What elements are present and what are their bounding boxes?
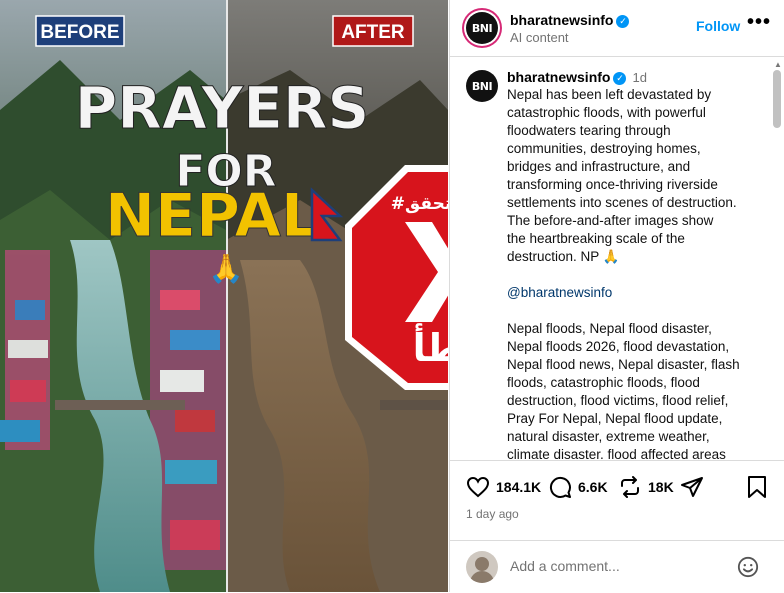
repost-icon xyxy=(621,476,639,498)
caption-line: bridges and infrastructure, and xyxy=(507,159,691,174)
scroll-thumb[interactable] xyxy=(773,70,781,128)
caption-line: The before-and-after images show xyxy=(507,213,714,228)
hashtag-line: climate disaster, flood affected areas xyxy=(507,447,726,459)
headline-line-3: NEPAL xyxy=(105,181,319,251)
comment-button[interactable]: 6.6K xyxy=(548,475,608,499)
bookmark-icon xyxy=(748,476,766,498)
stamp-tag: #النهار_تتحقق xyxy=(391,194,448,214)
hashtag-line: Nepal flood news, Nepal disaster, flash xyxy=(507,357,740,372)
hashtag-line: Nepal floods 2026, flood devastation, xyxy=(507,339,730,354)
caption-line: the heartbreaking scale of the xyxy=(507,231,685,246)
caption-time[interactable]: 1d xyxy=(632,70,646,85)
caption-scrollbar[interactable]: ▲ xyxy=(773,60,782,460)
headline-line-1: PRAYERS xyxy=(75,74,370,142)
author-avatar[interactable]: BNI xyxy=(466,12,498,44)
caption-text: Nepal has been left devastated by catast… xyxy=(507,86,759,459)
emoji-icon[interactable] xyxy=(737,556,759,578)
post-header: BNI bharatnewsinfo ✓ AI content Follow ••… xyxy=(450,0,784,57)
hashtag-line: Nepal floods, Nepal flood disaster, xyxy=(507,321,712,336)
stamp-word: خطأ xyxy=(413,323,448,370)
caption-area: BNI bharatnewsinfo ✓ 1d Nepal has been lef… xyxy=(450,57,773,459)
before-label: BEFORE xyxy=(40,22,119,43)
heart-icon xyxy=(466,476,490,498)
more-icon[interactable]: ••• xyxy=(747,11,771,34)
caption-avatar-text: BNI xyxy=(471,79,493,93)
caption-verified-icon: ✓ xyxy=(613,72,627,85)
caption-avatar[interactable]: BNI xyxy=(466,70,498,102)
caption-username[interactable]: bharatnewsinfo xyxy=(507,69,610,85)
caption-line: settlements into scenes of destruction. xyxy=(507,195,737,210)
caption-line: Nepal has been left devastated by xyxy=(507,87,712,102)
mention-link[interactable]: @bharatnewsinfo xyxy=(507,284,759,302)
save-button[interactable] xyxy=(746,475,768,499)
hashtag-line: floods, catastrophic floods, flood xyxy=(507,375,700,390)
caption-line: floodwaters tearing through xyxy=(507,123,671,138)
post-timestamp[interactable]: 1 day ago xyxy=(466,507,519,521)
like-button[interactable]: 184.1K xyxy=(466,475,541,499)
repost-button[interactable]: 18K xyxy=(618,475,674,499)
repost-count: 18K xyxy=(648,479,674,495)
comment-count: 6.6K xyxy=(578,479,608,495)
hashtag-line: Pray For Nepal, Nepal flood update, xyxy=(507,411,723,426)
post-image[interactable]: BEFORE AFTER PRAYERS FOR NEPAL 🙏 #النهار… xyxy=(0,0,448,592)
share-button[interactable] xyxy=(680,475,704,499)
caption-line: communities, destroying homes, xyxy=(507,141,701,156)
header-subtitle[interactable]: AI content xyxy=(510,30,629,45)
caption-line: destruction. NP 🙏 xyxy=(507,249,620,264)
avatar-text: BNI xyxy=(471,21,493,35)
caption-line: transforming once-thriving riverside xyxy=(507,177,718,192)
comment-input[interactable]: Add a comment... xyxy=(510,558,620,574)
post-details-panel: BNI bharatnewsinfo ✓ AI content Follow ••… xyxy=(449,0,784,592)
before-after-artwork: BEFORE AFTER PRAYERS FOR NEPAL 🙏 #النهار… xyxy=(0,0,448,592)
scroll-up-icon[interactable]: ▲ xyxy=(774,60,782,69)
author-username[interactable]: bharatnewsinfo xyxy=(510,12,613,28)
follow-button[interactable]: Follow xyxy=(696,18,740,34)
like-count: 184.1K xyxy=(496,479,542,495)
current-user-avatar xyxy=(466,551,498,583)
verified-icon: ✓ xyxy=(616,15,630,28)
praying-hands-icon: 🙏 xyxy=(209,253,244,285)
action-bar: 184.1K 6.6K 18K 1 day ago xyxy=(450,460,784,541)
comment-icon xyxy=(549,476,571,498)
share-icon xyxy=(681,477,703,497)
hashtag-line: natural disaster, extreme weather, xyxy=(507,429,710,444)
after-label: AFTER xyxy=(341,22,405,43)
hashtag-line: destruction, flood victims, flood relief… xyxy=(507,393,729,408)
caption-line: catastrophic floods, with powerful xyxy=(507,105,706,120)
comment-box: Add a comment... xyxy=(450,540,784,593)
